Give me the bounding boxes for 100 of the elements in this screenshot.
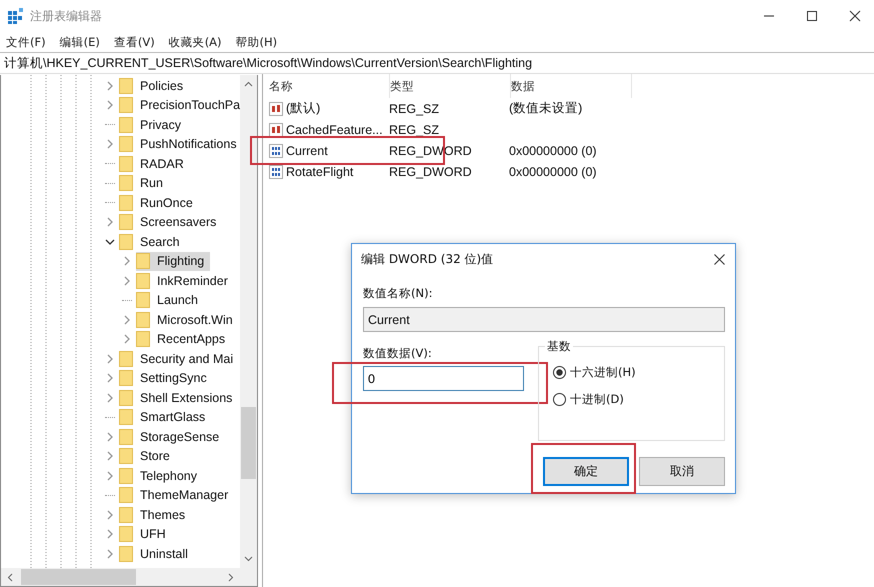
chevron-right-icon[interactable]	[122, 276, 132, 286]
value-name[interactable]: RotateFlight	[286, 164, 354, 178]
value-data: 0x00000000 (0)	[509, 164, 597, 178]
ok-button[interactable]: 确定	[543, 457, 629, 486]
chevron-right-icon[interactable]	[105, 217, 115, 228]
scroll-left-icon[interactable]	[7, 572, 13, 582]
chevron-right-icon[interactable]	[105, 432, 115, 442]
folder-icon	[136, 292, 150, 308]
chevron-down-icon[interactable]	[105, 236, 115, 247]
tree-item[interactable]: Search	[140, 234, 180, 249]
value-name[interactable]: (默认)	[286, 100, 320, 117]
folder-icon	[119, 234, 133, 250]
chevron-right-icon[interactable]	[122, 314, 132, 325]
scroll-thumb[interactable]	[21, 569, 136, 585]
tree-item[interactable]: InkReminder	[157, 274, 228, 288]
folder-icon	[119, 78, 133, 94]
folder-icon	[119, 136, 133, 152]
scroll-up-icon[interactable]	[244, 81, 253, 87]
menu-item[interactable]: 文件(F)	[6, 34, 46, 50]
folder-icon	[119, 506, 133, 523]
vertical-scrollbar[interactable]	[240, 75, 257, 568]
string-value-icon	[269, 102, 283, 116]
close-icon[interactable]	[714, 254, 725, 264]
scroll-down-icon[interactable]	[244, 556, 253, 562]
binary-value-icon	[269, 144, 283, 158]
value-type: REG_DWORD	[389, 164, 473, 178]
tree-item[interactable]: Store	[140, 449, 170, 464]
tree-item[interactable]: Screensavers	[140, 215, 216, 230]
chevron-right-icon[interactable]	[105, 373, 115, 384]
chevron-right-icon[interactable]	[122, 256, 132, 266]
folder-icon	[119, 97, 133, 114]
value-type: REG_SZ	[389, 102, 440, 116]
chevron-right-icon[interactable]	[105, 139, 115, 150]
binary-value-icon	[269, 164, 283, 178]
chevron-right-icon[interactable]	[105, 80, 115, 91]
scroll-thumb[interactable]	[241, 407, 256, 479]
chevron-right-icon[interactable]	[105, 548, 115, 559]
tree-item[interactable]: SmartGlass	[140, 410, 206, 424]
folder-icon	[136, 272, 150, 289]
field-label: 数值数据(V):	[363, 346, 432, 361]
maximize-icon[interactable]	[806, 10, 818, 22]
value-name[interactable]: Current	[286, 144, 328, 158]
close-icon[interactable]	[849, 10, 861, 22]
tree-item[interactable]: Launch	[157, 293, 198, 308]
folder-icon	[119, 156, 133, 172]
tree-item[interactable]: SettingSync	[140, 371, 207, 386]
radio-button[interactable]	[553, 366, 566, 379]
menu-item[interactable]: 编辑(E)	[60, 34, 100, 50]
column-header[interactable]: 数据	[511, 74, 632, 98]
folder-icon	[119, 194, 133, 211]
scroll-right-icon[interactable]	[228, 572, 234, 582]
menu-item[interactable]: 查看(V)	[114, 34, 155, 50]
name-field[interactable]: Current	[363, 307, 725, 332]
tree-item[interactable]: StorageSense	[140, 430, 220, 444]
radio-button[interactable]	[553, 393, 566, 406]
value-type: REG_SZ	[389, 122, 440, 136]
tree-item[interactable]: Run	[140, 176, 163, 190]
tree-item[interactable]: Themes	[140, 508, 186, 522]
dialog-title: 编辑 DWORD (32 位)值	[361, 250, 494, 268]
folder-icon	[136, 312, 150, 328]
tree-item[interactable]: Policies	[140, 78, 184, 93]
tree-item[interactable]: Uninstall	[140, 546, 188, 561]
radio-label[interactable]: 十六进制(H)	[570, 365, 636, 380]
tree-item[interactable]: RecentApps	[157, 332, 226, 346]
folder-icon	[119, 546, 133, 562]
tree-item[interactable]: Security and Mai	[140, 352, 234, 366]
menu-item[interactable]: 帮助(H)	[236, 34, 278, 50]
address-bar[interactable]: 计算机\HKEY_CURRENT_USER\Software\Microsoft\Windows\CurrentVersion\Search\Flighting	[0, 52, 874, 74]
folder-icon	[119, 214, 133, 230]
tree-item[interactable]: Privacy	[140, 118, 181, 132]
folder-icon	[119, 175, 133, 192]
chevron-right-icon[interactable]	[105, 100, 115, 110]
cancel-button[interactable]: 取消	[639, 457, 725, 486]
value-field[interactable]: 0	[363, 366, 524, 391]
tree-item[interactable]: Telephony	[140, 468, 197, 483]
chevron-right-icon[interactable]	[122, 334, 132, 344]
tree-item[interactable]: ThemeManager	[140, 488, 228, 502]
folder-icon	[119, 350, 133, 367]
chevron-right-icon[interactable]	[105, 354, 115, 364]
field-label: 数值名称(N):	[363, 286, 432, 301]
tree-item[interactable]: PrecisionTouchPa	[140, 98, 240, 112]
chevron-right-icon[interactable]	[105, 451, 115, 462]
tree-item[interactable]: RADAR	[140, 156, 184, 171]
chevron-right-icon[interactable]	[105, 392, 115, 403]
tree-item[interactable]: UFH	[140, 527, 166, 542]
chevron-right-icon[interactable]	[105, 529, 115, 540]
column-header[interactable]: 类型	[390, 74, 511, 98]
tree-item[interactable]: Microsoft.Win	[157, 312, 233, 327]
column-header[interactable]: 名称	[269, 74, 390, 98]
tree-item[interactable]: PushNotifications	[140, 137, 237, 152]
menu-item[interactable]: 收藏夹(A)	[168, 34, 222, 50]
folder-icon	[119, 487, 133, 504]
tree-item[interactable]: Shell Extensions	[140, 390, 232, 405]
tree-item[interactable]: RunOnce	[140, 196, 193, 210]
chevron-right-icon[interactable]	[105, 510, 115, 520]
radio-label[interactable]: 十进制(D)	[570, 392, 624, 407]
value-name[interactable]: CachedFeature...	[286, 122, 383, 136]
folder-icon	[119, 370, 133, 386]
horizontal-scrollbar[interactable]	[1, 568, 240, 586]
chevron-right-icon[interactable]	[105, 470, 115, 481]
